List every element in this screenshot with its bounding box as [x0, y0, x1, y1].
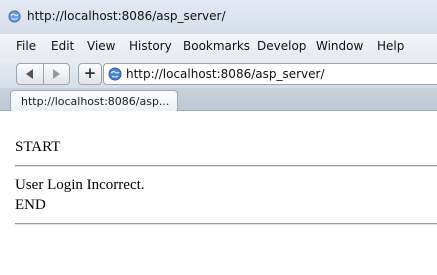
start-text: START [15, 139, 61, 155]
tab-active[interactable]: http://localhost:8086/asp... [10, 90, 178, 112]
menu-file[interactable]: File [16, 39, 36, 53]
menu-view[interactable]: View [87, 39, 115, 53]
address-bar[interactable]: http://localhost:8086/asp_server/ [103, 63, 437, 85]
horizontal-rule [15, 223, 437, 225]
tab-bar: http://localhost:8086/asp... [0, 88, 437, 112]
menu-help[interactable]: Help [377, 39, 404, 53]
back-arrow-icon [26, 69, 33, 79]
tab-label: http://localhost:8086/asp... [21, 95, 170, 108]
login-message: User Login Incorrect. [15, 177, 145, 193]
forward-arrow-icon [53, 69, 60, 79]
menu-edit[interactable]: Edit [51, 39, 74, 53]
forward-button[interactable] [44, 64, 69, 84]
add-bookmark-button[interactable]: + [78, 63, 102, 85]
menu-bar: File Edit View History Bookmarks Develop… [0, 34, 437, 59]
globe-icon [108, 67, 122, 81]
end-text: END [15, 197, 46, 213]
menu-bookmarks[interactable]: Bookmarks [183, 39, 250, 53]
globe-icon [8, 10, 21, 23]
horizontal-rule [15, 165, 437, 167]
address-value: http://localhost:8086/asp_server/ [126, 67, 325, 81]
window-titlebar: http://localhost:8086/asp_server/ [0, 0, 437, 34]
menu-history[interactable]: History [129, 39, 172, 53]
page-content: START User Login Incorrect. END [0, 111, 437, 275]
window-title: http://localhost:8086/asp_server/ [27, 9, 226, 23]
toolbar: + http://localhost:8086/asp_server/ [0, 58, 437, 88]
menu-develop[interactable]: Develop [257, 39, 306, 53]
nav-button-group [16, 63, 70, 85]
menu-window[interactable]: Window [316, 39, 363, 53]
back-button[interactable] [17, 64, 43, 84]
